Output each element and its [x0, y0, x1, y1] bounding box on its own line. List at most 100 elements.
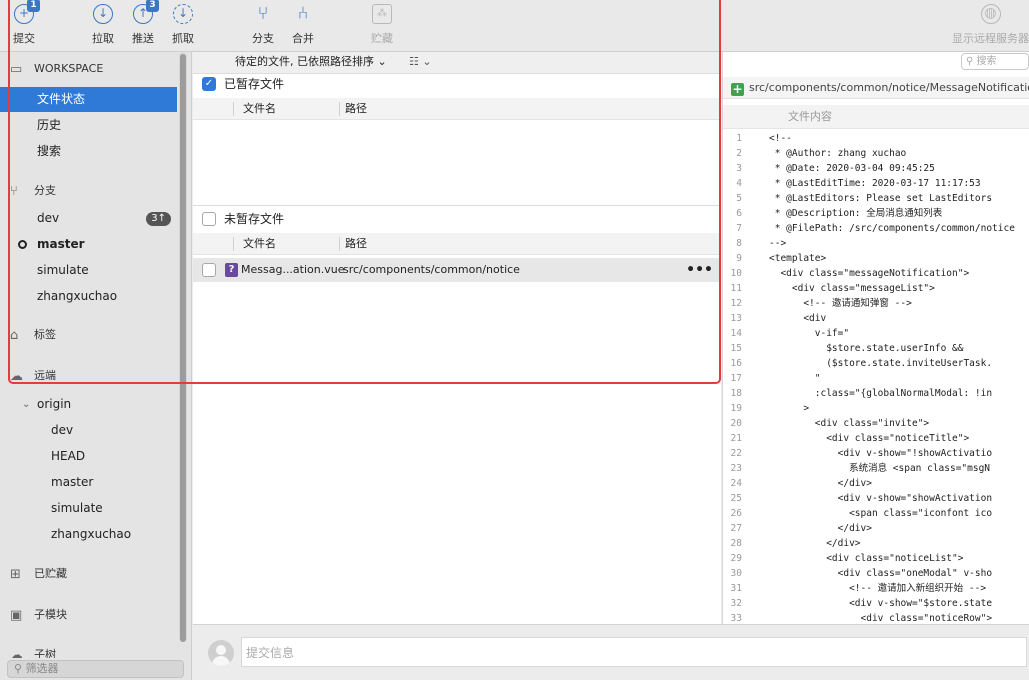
commit-badge: 1 [27, 0, 40, 12]
show-remote-button[interactable]: ◍ 显示远程服务器 [952, 0, 1029, 52]
sort-dropdown[interactable]: 待定的文件, 已依照路径排序 ⌄ [235, 52, 387, 72]
merge-icon: ⑃ [297, 3, 309, 24]
sidebar-item-search[interactable]: 搜索 [0, 139, 177, 164]
line-number: 24 [730, 478, 742, 489]
stash-icon: ⁂ [372, 4, 392, 24]
list-icon: ☷ [409, 55, 419, 68]
view-mode-dropdown[interactable]: ☷ ⌄ [409, 52, 432, 72]
sidebar-item-remote-branch[interactable]: master [0, 470, 177, 495]
staged-column-header: 文件名 路径 [193, 98, 721, 120]
sourcetree-window: +1 提交 ↓ 拉取 ↑ 3 推送 ↓ 抓取 ⑂ 分支 ⑃ 合并 ⁂ 贮藏 ◍ 显 [0, 0, 1029, 680]
line-number: 19 [730, 403, 742, 414]
line-number: 30 [730, 568, 742, 579]
line-number: 33 [730, 613, 742, 624]
line-text: <div v-show="!showActivatio [769, 448, 993, 459]
sidebar-item-file-status[interactable]: 文件状态 [0, 87, 177, 112]
search-input[interactable]: ⚲ 搜索 [961, 53, 1029, 70]
line-number: 6 [736, 208, 742, 219]
chevron-down-icon: ⌄ [22, 399, 31, 410]
line-text: * @Description: 全局消息通知列表 [769, 208, 943, 219]
diff-file-path: src/components/common/notice/MessageNoti… [749, 81, 1029, 94]
code-line: 25 <div v-show="showActivation [723, 491, 1029, 506]
line-text: </div> [769, 478, 872, 489]
current-branch-icon [18, 240, 27, 249]
tags-header[interactable]: ⌂ 标签 [10, 326, 56, 343]
file-checkbox[interactable] [202, 263, 216, 277]
added-icon: + [731, 82, 744, 96]
sidebar-item-remote-branch[interactable]: zhangxuchao [0, 522, 177, 547]
line-text: * @FilePath: /src/components/common/noti… [769, 223, 1015, 234]
line-text: * @Author: zhang xuchao [769, 148, 907, 159]
filter-input[interactable]: ⚲ 筛选器 [7, 660, 184, 678]
more-icon[interactable]: ••• [686, 258, 713, 282]
push-icon: ↑ 3 [133, 0, 159, 24]
sidebar-item-history[interactable]: 历史 [0, 113, 177, 138]
sidebar-item-remote-branch[interactable]: simulate [0, 496, 177, 521]
line-text: $store.state.userInfo && [769, 343, 964, 354]
show-remote-label: 显示远程服务器 [952, 32, 1029, 45]
sidebar: ▭ WORKSPACE 文件状态 历史 搜索 ⑂ 分支 dev 3↑ master … [0, 52, 192, 680]
line-text: <div class="noticeTitle"> [769, 433, 970, 444]
sidebar-item-branch-master[interactable]: master [0, 232, 177, 257]
code-line: 32 <div v-show="$store.state [723, 596, 1029, 611]
cloud-icon: ☁ [10, 369, 23, 384]
commit-icon: +1 [14, 0, 40, 24]
unstaged-checkbox[interactable] [202, 212, 216, 226]
code-line: 17 " [723, 371, 1029, 386]
line-text: <div class="oneModal" v-sho [769, 568, 993, 579]
sidebar-item-branch-zhangxuchao[interactable]: zhangxuchao [0, 284, 177, 309]
line-text: v-if=" [769, 328, 850, 339]
fetch-icon: ↓ [173, 4, 193, 24]
col-path[interactable]: 路径 [345, 98, 367, 120]
line-number: 1 [736, 133, 742, 144]
sidebar-scrollbar[interactable] [179, 52, 187, 642]
scrollbar-thumb[interactable] [180, 54, 186, 642]
line-text: <template> [769, 253, 827, 264]
branches-header[interactable]: ⑂ 分支 [10, 182, 56, 199]
stashes-header[interactable]: ⊞ 已贮藏 [10, 565, 67, 582]
merge-button[interactable]: ⑃ 合并 [279, 0, 327, 52]
code-line: 29 <div class="noticeList"> [723, 551, 1029, 566]
sidebar-item-branch-dev[interactable]: dev 3↑ [0, 206, 177, 231]
fetch-button[interactable]: ↓ 抓取 [159, 0, 207, 52]
code-line: 24 </div> [723, 476, 1029, 491]
col-filename[interactable]: 文件名 [243, 98, 276, 120]
subtrees-header[interactable]: ☁ 子树 [10, 646, 56, 658]
file-name: Messag...ation.vue [241, 263, 345, 276]
commit-button[interactable]: +1 提交 [0, 0, 48, 52]
code-line: 11 <div class="messageList"> [723, 281, 1029, 296]
remotes-header[interactable]: ☁ 远端 [10, 367, 56, 384]
line-number: 20 [730, 418, 742, 429]
col-path[interactable]: 路径 [345, 233, 367, 255]
line-text: <div class="invite"> [769, 418, 930, 429]
line-number: 21 [730, 433, 742, 444]
file-row[interactable]: ? Messag...ation.vue src/components/comm… [193, 258, 721, 282]
line-number: 27 [730, 523, 742, 534]
col-filename[interactable]: 文件名 [243, 233, 276, 255]
line-text: > [769, 403, 810, 414]
sidebar-item-remote-branch[interactable]: HEAD [0, 444, 177, 469]
search-icon: ⚲ [14, 662, 26, 675]
line-number: 7 [736, 223, 742, 234]
line-text: ($store.state.inviteUserTask. [769, 358, 993, 369]
line-number: 17 [730, 373, 742, 384]
code-line: 7 * @FilePath: /src/components/common/no… [723, 221, 1029, 236]
line-text: <span class="iconfont ico [769, 508, 993, 519]
avatar [208, 640, 234, 666]
line-number: 12 [730, 298, 742, 309]
code-line: 1 <!-- [723, 131, 1029, 146]
stash-button[interactable]: ⁂ 贮藏 [358, 0, 406, 52]
stash-label: 贮藏 [371, 32, 393, 45]
code-view: 1 <!-- 2 * @Author: zhang xuchao 3 * @Date:… [723, 131, 1029, 624]
sidebar-item-branch-simulate[interactable]: simulate [0, 258, 177, 283]
staged-checkbox[interactable]: ✓ [202, 77, 216, 91]
monitor-icon: ▭ [10, 62, 23, 77]
submodules-header[interactable]: ▣ 子模块 [10, 606, 67, 623]
commit-message-input[interactable]: 提交信息 [241, 637, 1027, 667]
chevron-down-icon: ⌄ [422, 55, 432, 68]
line-number: 31 [730, 583, 742, 594]
sidebar-item-remote-branch[interactable]: dev [0, 418, 177, 443]
line-number: 13 [730, 313, 742, 324]
line-text: 系统消息 <span class="msgN [769, 463, 991, 474]
sidebar-item-remote-origin[interactable]: ⌄ origin [0, 392, 177, 417]
